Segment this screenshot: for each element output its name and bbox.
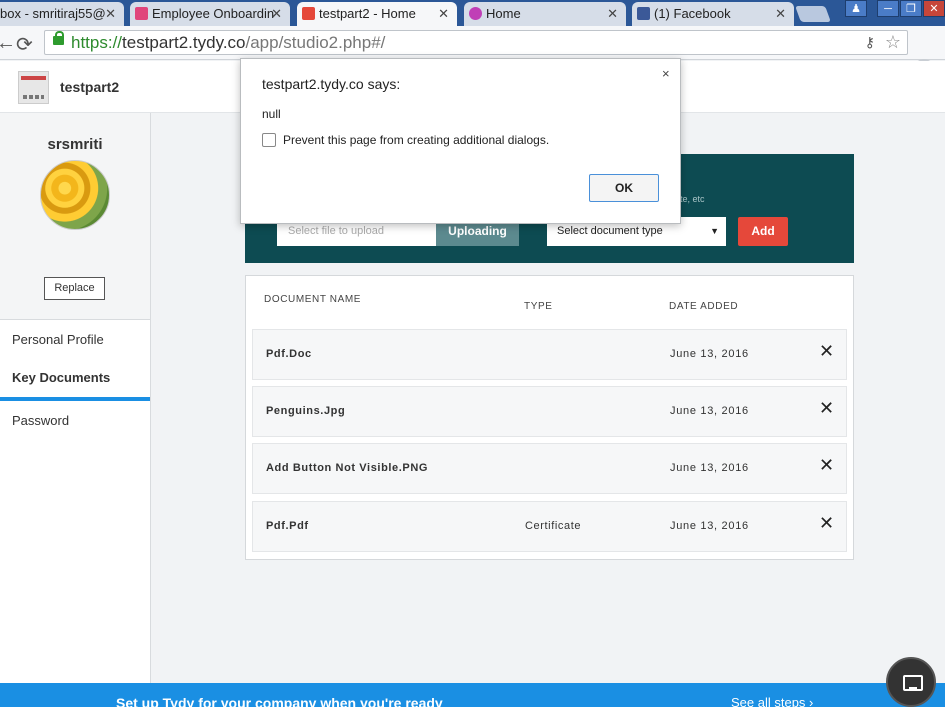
dialog-title: testpart2.tydy.co says: — [262, 76, 401, 92]
key-icon[interactable]: ⚷ — [865, 31, 875, 54]
tab-close-icon[interactable]: ✕ — [775, 6, 786, 22]
browser-tab-strip: box - smritiraj55@ ✕ Employee Onboardin … — [0, 0, 945, 26]
browser-tab-employee-onboarding[interactable]: Employee Onboardin ✕ — [130, 2, 290, 26]
document-name: Penguins.Jpg — [266, 405, 346, 417]
new-tab-button[interactable] — [795, 6, 831, 22]
inbox-tray-icon — [903, 675, 923, 691]
tab-close-icon[interactable]: ✕ — [438, 6, 449, 22]
add-document-button[interactable]: Add — [738, 217, 788, 246]
tab-favicon-icon — [302, 7, 315, 20]
document-name: Pdf.Pdf — [266, 520, 309, 532]
user-icon[interactable]: ♟ — [845, 0, 867, 17]
table-row[interactable]: Pdf.Doc June 13, 2016 ✕ — [252, 329, 847, 380]
document-type: Certificate — [525, 520, 582, 532]
close-icon[interactable]: × — [662, 66, 670, 81]
tab-favicon-icon — [135, 7, 148, 20]
company-name: testpart2 — [60, 79, 120, 95]
url-input[interactable]: https://testpart2.tydy.co/app/studio2.ph… — [44, 30, 908, 55]
tab-title: (1) Facebook — [654, 6, 731, 21]
reload-icon[interactable]: ⟳ — [16, 32, 33, 57]
minimize-button[interactable]: ─ — [877, 0, 899, 17]
browser-tab-inbox[interactable]: box - smritiraj55@ ✕ — [0, 2, 124, 26]
column-header-name: DOCUMENT NAME — [264, 294, 362, 305]
tab-title: Home — [486, 6, 521, 21]
sidebar-item-key-documents[interactable]: Key Documents — [12, 370, 110, 385]
delete-icon[interactable]: ✕ — [819, 341, 834, 362]
dialog-message: null — [262, 107, 281, 121]
tab-close-icon[interactable]: ✕ — [271, 6, 282, 22]
tab-favicon-icon — [637, 7, 650, 20]
browser-tab-home[interactable]: Home ✕ — [464, 2, 626, 26]
delete-icon[interactable]: ✕ — [819, 398, 834, 419]
url-scheme: https:// — [71, 33, 123, 52]
prevent-dialogs-checkbox[interactable] — [262, 133, 276, 147]
url-path: /app/studio2.php#/ — [245, 33, 386, 52]
document-date: June 13, 2016 — [670, 520, 749, 532]
avatar — [40, 160, 110, 230]
document-date: June 13, 2016 — [670, 405, 749, 417]
see-all-steps-link[interactable]: See all steps › — [731, 695, 813, 707]
tab-title: box - smritiraj55@ — [0, 6, 106, 21]
delete-icon[interactable]: ✕ — [819, 455, 834, 476]
sidebar-item-password[interactable]: Password — [12, 413, 69, 428]
replace-avatar-button[interactable]: Replace — [44, 277, 105, 300]
alert-dialog: testpart2.tydy.co says: × null Prevent t… — [240, 58, 681, 224]
document-date: June 13, 2016 — [670, 462, 749, 474]
tab-title: Employee Onboardin — [152, 6, 275, 21]
documents-table: DOCUMENT NAME TYPE DATE ADDED Pdf.Doc Ju… — [245, 275, 854, 560]
delete-icon[interactable]: ✕ — [819, 513, 834, 534]
profile-card: srsmriti Replace — [0, 113, 150, 320]
document-date: June 13, 2016 — [670, 348, 749, 360]
table-row[interactable]: Add Button Not Visible.PNG June 13, 2016… — [252, 443, 847, 494]
browser-tab-facebook[interactable]: (1) Facebook ✕ — [632, 2, 794, 26]
prevent-dialogs-label[interactable]: Prevent this page from creating addition… — [283, 133, 549, 147]
url-host: testpart2.tydy.co — [122, 33, 246, 52]
document-type-value: Select document type — [557, 225, 663, 237]
restore-button[interactable]: ❐ — [900, 0, 922, 17]
username: srsmriti — [47, 136, 103, 153]
table-row[interactable]: Pdf.Pdf Certificate June 13, 2016 ✕ — [252, 501, 847, 552]
ok-button[interactable]: OK — [589, 174, 659, 202]
tab-favicon-icon — [469, 7, 482, 20]
column-header-date: DATE ADDED — [669, 301, 739, 312]
browser-tab-testpart2[interactable]: testpart2 - Home ✕ — [297, 2, 457, 26]
sidebar: srsmriti Replace Personal Profile Key Do… — [0, 113, 151, 683]
tab-close-icon[interactable]: ✕ — [105, 6, 116, 22]
tab-title: testpart2 - Home — [319, 6, 416, 21]
document-name: Add Button Not Visible.PNG — [266, 462, 429, 474]
address-bar-row: ← ⟳ https://testpart2.tydy.co/app/studio… — [0, 26, 945, 79]
back-arrow-icon[interactable]: ← — [0, 32, 16, 55]
lock-icon — [53, 31, 64, 45]
document-name: Pdf.Doc — [266, 348, 312, 360]
setup-banner: Set up Tydy for your company when you're… — [0, 683, 945, 707]
table-row[interactable]: Penguins.Jpg June 13, 2016 ✕ — [252, 386, 847, 437]
company-logo — [18, 71, 49, 104]
tab-close-icon[interactable]: ✕ — [607, 6, 618, 22]
inbox-fab-button[interactable] — [886, 657, 936, 707]
close-window-button[interactable]: ✕ — [923, 0, 945, 17]
setup-banner-text: Set up Tydy for your company when you're… — [116, 695, 443, 707]
active-item-indicator — [0, 397, 150, 401]
column-header-type: TYPE — [524, 301, 553, 312]
sidebar-item-personal-profile[interactable]: Personal Profile — [12, 332, 104, 347]
bookmark-star-icon[interactable]: ☆ — [885, 31, 901, 54]
dropdown-arrow-icon: ▼ — [710, 226, 719, 236]
